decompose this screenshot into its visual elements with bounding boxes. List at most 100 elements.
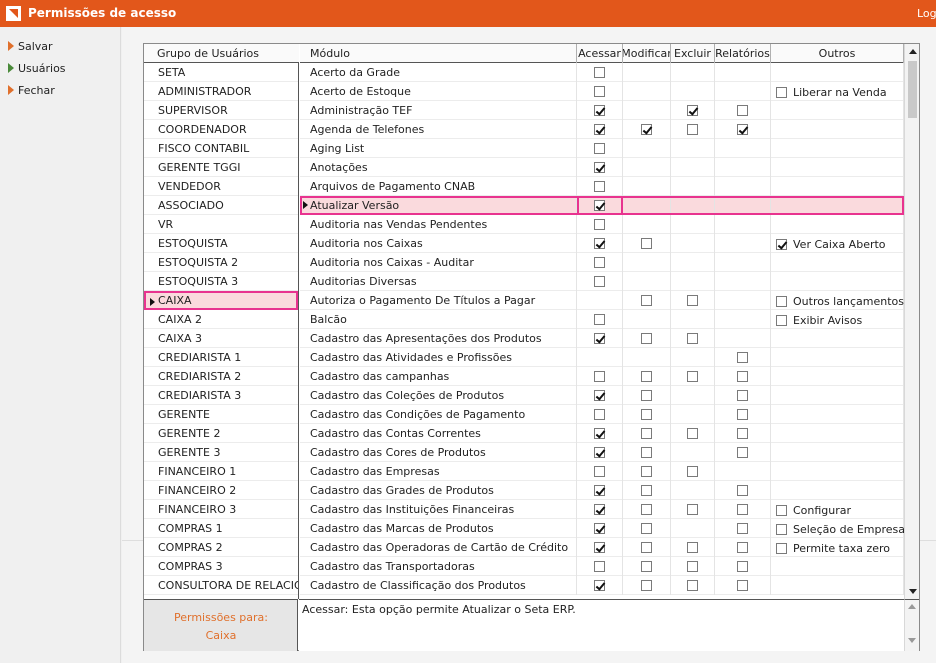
relatorios-checkbox[interactable] bbox=[737, 504, 748, 515]
relatorios-checkbox[interactable] bbox=[737, 580, 748, 591]
module-row[interactable]: Cadastro das Contas Correntes bbox=[300, 424, 904, 443]
group-row[interactable]: COMPRAS 1 bbox=[144, 519, 298, 538]
outros-checkbox[interactable] bbox=[776, 296, 787, 307]
group-row[interactable]: SUPERVISOR bbox=[144, 101, 298, 120]
modificar-checkbox[interactable] bbox=[641, 523, 652, 534]
acessar-checkbox[interactable] bbox=[594, 390, 605, 401]
column-header-modulo[interactable]: Módulo bbox=[300, 44, 577, 63]
excluir-checkbox[interactable] bbox=[687, 295, 698, 306]
excluir-checkbox[interactable] bbox=[687, 428, 698, 439]
module-row[interactable]: Cadastro das Condições de Pagamento bbox=[300, 405, 904, 424]
group-row[interactable]: ESTOQUISTA 2 bbox=[144, 253, 298, 272]
module-row[interactable]: Auditoria nos Caixas - Auditar bbox=[300, 253, 904, 272]
acessar-checkbox[interactable] bbox=[594, 333, 605, 344]
group-row[interactable]: ESTOQUISTA bbox=[144, 234, 298, 253]
modificar-checkbox[interactable] bbox=[641, 428, 652, 439]
module-row[interactable]: Cadastro das Marcas de Produtos Seleção d… bbox=[300, 519, 904, 538]
excluir-checkbox[interactable] bbox=[687, 371, 698, 382]
scroll-thumb[interactable] bbox=[908, 61, 917, 118]
acessar-checkbox[interactable] bbox=[594, 162, 605, 173]
outros-checkbox[interactable] bbox=[776, 315, 787, 326]
relatorios-checkbox[interactable] bbox=[737, 409, 748, 420]
modificar-checkbox[interactable] bbox=[641, 333, 652, 344]
acessar-checkbox[interactable] bbox=[594, 428, 605, 439]
module-row[interactable]: Cadastro das Transportadoras bbox=[300, 557, 904, 576]
group-row[interactable]: ESTOQUISTA 3 bbox=[144, 272, 298, 291]
module-row[interactable]: Agenda de Telefones bbox=[300, 120, 904, 139]
group-row[interactable]: VENDEDOR bbox=[144, 177, 298, 196]
relatorios-checkbox[interactable] bbox=[737, 390, 748, 401]
group-row[interactable]: CAIXA bbox=[144, 291, 298, 310]
relatorios-checkbox[interactable] bbox=[737, 428, 748, 439]
modificar-checkbox[interactable] bbox=[641, 295, 652, 306]
module-row[interactable]: Cadastro das Instituições Financeiras Con… bbox=[300, 500, 904, 519]
module-row[interactable]: Auditoria nos Caixas Ver Caixa Aberto bbox=[300, 234, 904, 253]
acessar-checkbox[interactable] bbox=[594, 105, 605, 116]
excluir-checkbox[interactable] bbox=[687, 561, 698, 572]
modificar-checkbox[interactable] bbox=[641, 238, 652, 249]
modificar-checkbox[interactable] bbox=[641, 504, 652, 515]
modificar-checkbox[interactable] bbox=[641, 561, 652, 572]
module-row[interactable]: Aging List bbox=[300, 139, 904, 158]
group-row[interactable]: CREDIARISTA 2 bbox=[144, 367, 298, 386]
acessar-checkbox[interactable] bbox=[594, 86, 605, 97]
group-row[interactable]: FINANCEIRO 1 bbox=[144, 462, 298, 481]
group-row[interactable]: COMPRAS 2 bbox=[144, 538, 298, 557]
desc-scroll-down-icon[interactable] bbox=[908, 638, 916, 643]
excluir-checkbox[interactable] bbox=[687, 542, 698, 553]
relatorios-checkbox[interactable] bbox=[737, 523, 748, 534]
description-scrollbar[interactable] bbox=[904, 599, 919, 651]
acessar-checkbox[interactable] bbox=[594, 124, 605, 135]
modificar-checkbox[interactable] bbox=[641, 542, 652, 553]
outros-checkbox[interactable] bbox=[776, 543, 787, 554]
group-row[interactable]: FISCO CONTABIL bbox=[144, 139, 298, 158]
group-row[interactable]: CAIXA 2 bbox=[144, 310, 298, 329]
group-row[interactable]: FINANCEIRO 2 bbox=[144, 481, 298, 500]
modificar-checkbox[interactable] bbox=[641, 390, 652, 401]
acessar-checkbox[interactable] bbox=[594, 276, 605, 287]
acessar-checkbox[interactable] bbox=[594, 561, 605, 572]
modificar-checkbox[interactable] bbox=[641, 466, 652, 477]
acessar-checkbox[interactable] bbox=[594, 409, 605, 420]
excluir-checkbox[interactable] bbox=[687, 124, 698, 135]
fechar-button[interactable]: Fechar bbox=[8, 81, 55, 99]
modificar-checkbox[interactable] bbox=[641, 580, 652, 591]
logout-link[interactable]: Log bbox=[917, 7, 936, 20]
group-row[interactable]: COORDENADOR bbox=[144, 120, 298, 139]
relatorios-checkbox[interactable] bbox=[737, 561, 748, 572]
scroll-up-icon[interactable] bbox=[905, 44, 920, 59]
outros-option[interactable]: Configurar bbox=[776, 504, 851, 517]
module-row[interactable]: Cadastro das Coleções de Produtos bbox=[300, 386, 904, 405]
outros-option[interactable]: Exibir Avisos bbox=[776, 314, 862, 327]
relatorios-checkbox[interactable] bbox=[737, 447, 748, 458]
module-row[interactable]: Auditorias Diversas bbox=[300, 272, 904, 291]
modificar-checkbox[interactable] bbox=[641, 447, 652, 458]
module-row[interactable]: Cadastro das Grades de Produtos bbox=[300, 481, 904, 500]
outros-option[interactable]: Permite taxa zero bbox=[776, 542, 890, 555]
module-row[interactable]: Administração TEF bbox=[300, 101, 904, 120]
acessar-checkbox[interactable] bbox=[594, 314, 605, 325]
acessar-checkbox[interactable] bbox=[594, 580, 605, 591]
group-row[interactable]: GERENTE 3 bbox=[144, 443, 298, 462]
acessar-checkbox[interactable] bbox=[594, 143, 605, 154]
column-header-modificar[interactable]: Modificar bbox=[623, 44, 671, 63]
group-row[interactable]: GERENTE 2 bbox=[144, 424, 298, 443]
outros-option[interactable]: Outros lançamentos bbox=[776, 295, 904, 308]
module-row[interactable]: Cadastro das Empresas bbox=[300, 462, 904, 481]
excluir-checkbox[interactable] bbox=[687, 466, 698, 477]
group-row[interactable]: ASSOCIADO bbox=[144, 196, 298, 215]
acessar-checkbox[interactable] bbox=[594, 200, 605, 211]
salvar-button[interactable]: Salvar bbox=[8, 37, 53, 55]
relatorios-checkbox[interactable] bbox=[737, 105, 748, 116]
module-row[interactable]: Autoriza o Pagamento De Títulos a Pagar O… bbox=[300, 291, 904, 310]
group-row[interactable]: CREDIARISTA 3 bbox=[144, 386, 298, 405]
column-header-acessar[interactable]: Acessar bbox=[577, 44, 623, 63]
group-row[interactable]: COMPRAS 3 bbox=[144, 557, 298, 576]
acessar-checkbox[interactable] bbox=[594, 466, 605, 477]
acessar-checkbox[interactable] bbox=[594, 219, 605, 230]
module-row[interactable]: Cadastro das Atividades e Profissões bbox=[300, 348, 904, 367]
relatorios-checkbox[interactable] bbox=[737, 485, 748, 496]
column-header-outros[interactable]: Outros bbox=[771, 44, 904, 63]
acessar-checkbox[interactable] bbox=[594, 238, 605, 249]
acessar-checkbox[interactable] bbox=[594, 67, 605, 78]
